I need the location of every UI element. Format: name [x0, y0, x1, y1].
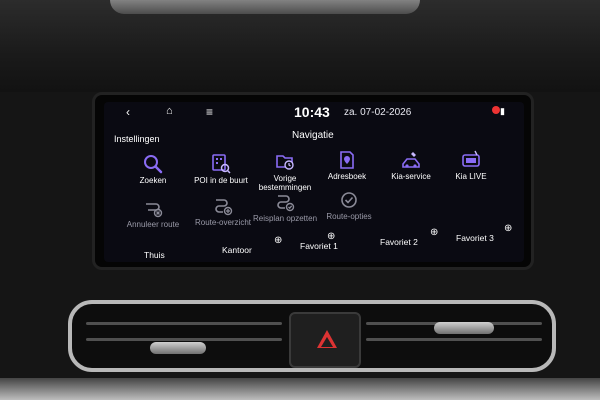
trip-plan-icon [277, 195, 295, 212]
add-favorite-icon[interactable]: ⊕ [274, 235, 282, 246]
add-favorite-icon[interactable]: ⊕ [504, 223, 512, 234]
dashboard-bottom [0, 378, 600, 400]
back-icon[interactable]: ‹ [126, 105, 130, 119]
settings-link[interactable]: Instellingen [114, 134, 160, 144]
clock: 10:43 [294, 104, 330, 120]
vent-knob[interactable] [150, 342, 206, 354]
favorite-2[interactable]: Favoriet 2 [380, 237, 418, 257]
tile-annuleer-route[interactable]: Annuleer route [118, 198, 188, 238]
infotainment-screen: ‹ ⌂ ≡ 10:43 za. 07-02-2026 ▮ Instellinge… [104, 102, 524, 262]
address-book-icon [340, 151, 354, 169]
poi-icon [212, 154, 231, 174]
add-favorite-icon[interactable]: ⊕ [327, 231, 335, 242]
status-bar: ‹ ⌂ ≡ 10:43 za. 07-02-2026 ▮ [104, 102, 524, 124]
vent-knob[interactable] [434, 322, 494, 334]
cancel-route-icon [146, 203, 163, 218]
dashboard-reflection [110, 0, 420, 14]
date: za. 07-02-2026 [344, 107, 412, 118]
add-favorite-icon[interactable]: ⊕ [430, 227, 438, 238]
favorite-3[interactable]: Favoriet 3 [456, 233, 494, 253]
tile-kia-live[interactable]: Kia LIVE [436, 150, 506, 190]
recent-destinations-icon [276, 155, 294, 170]
favorite-kantoor[interactable]: Kantoor [222, 245, 252, 262]
signal-icon: ▮ [500, 106, 505, 116]
home-icon[interactable]: ⌂ [166, 105, 173, 117]
hazard-button[interactable] [289, 312, 361, 368]
favorite-1[interactable]: Favoriet 1 [300, 241, 338, 261]
page-title: Navigatie [292, 130, 334, 141]
tile-reisplan-opzetten[interactable]: Reisplan opzetten [250, 192, 320, 232]
vent-slat [86, 322, 282, 325]
vent-slat [366, 338, 542, 341]
live-icon [462, 150, 480, 167]
tile-vorige-bestemmingen[interactable]: Vorige bestemmingen [250, 152, 320, 192]
tile-route-opties[interactable]: Route-opties [314, 190, 384, 230]
recording-indicator-icon [492, 106, 500, 114]
search-icon [144, 155, 163, 174]
tile-poi[interactable]: POI in de buurt [186, 154, 256, 194]
tile-adresboek[interactable]: Adresboek [312, 150, 382, 190]
route-options-icon [341, 192, 357, 208]
favorite-thuis[interactable]: Thuis [144, 250, 165, 262]
tile-zoeken[interactable]: Zoeken [118, 154, 188, 194]
tile-route-overzicht[interactable]: Route-overzicht [188, 196, 258, 236]
vent-slat [86, 338, 282, 341]
route-overview-icon [215, 199, 233, 216]
service-icon [402, 152, 420, 168]
menu-icon[interactable]: ≡ [206, 105, 213, 119]
